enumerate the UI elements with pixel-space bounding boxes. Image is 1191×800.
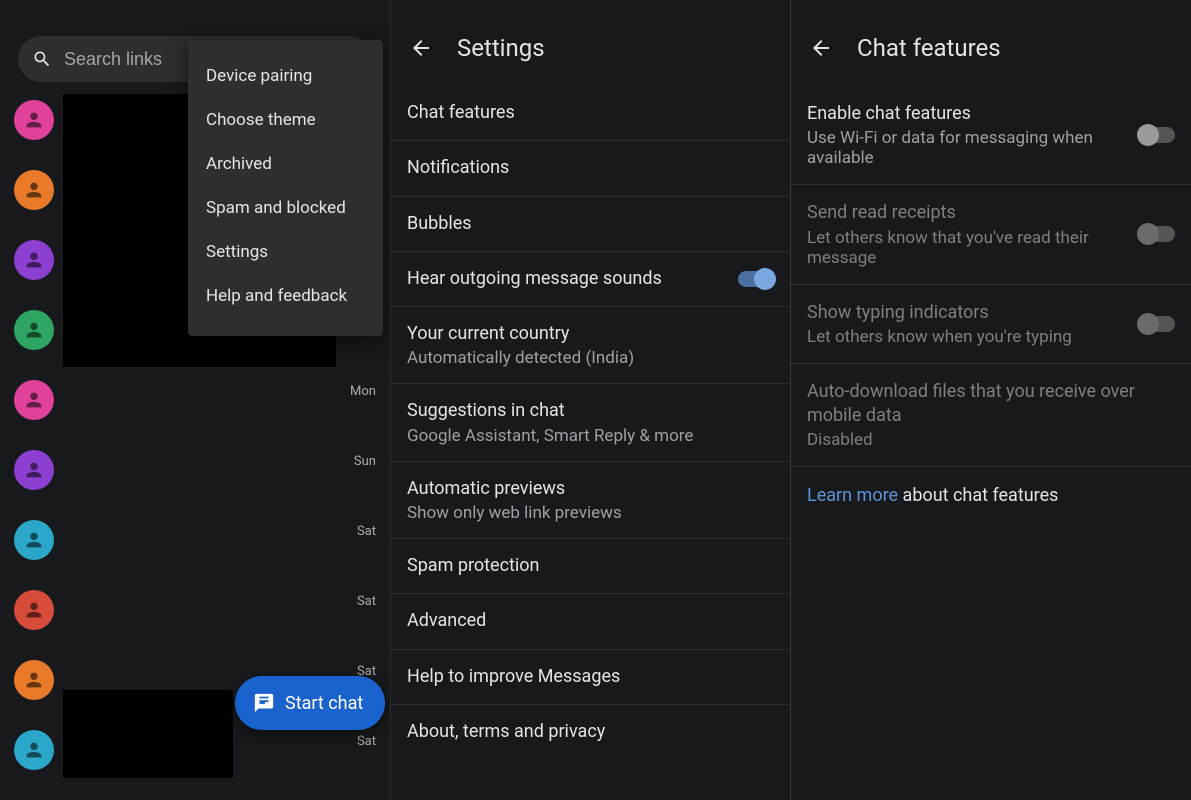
- chat-icon: [253, 692, 275, 714]
- avatar[interactable]: [14, 660, 54, 700]
- conversations-panel: MonSunSatSatSatSat Device pairingChoose …: [0, 0, 391, 800]
- page-title: Chat features: [857, 34, 1001, 62]
- chat-features-panel: Chat features Enable chat featuresUse Wi…: [791, 0, 1191, 800]
- learn-more-link[interactable]: Learn more: [807, 485, 898, 506]
- fab-label: Start chat: [285, 693, 363, 714]
- toggle[interactable]: [1139, 127, 1175, 143]
- row-title: Suggestions in chat: [407, 399, 774, 423]
- avatar[interactable]: [14, 100, 54, 140]
- page-title: Settings: [457, 34, 545, 62]
- overflow-menu: Device pairingChoose themeArchivedSpam a…: [188, 40, 383, 336]
- settings-panel: Settings Chat features Notifications Bubbl…: [391, 0, 791, 800]
- timestamp: Mon: [350, 384, 376, 399]
- settings-row-spam-protection[interactable]: Spam protection: [391, 539, 790, 594]
- row-title: Spam protection: [407, 554, 774, 578]
- row-title: Send read receipts: [807, 201, 1139, 225]
- timestamp: Sun: [354, 454, 376, 469]
- settings-row-hear-outgoing-message-sounds[interactable]: Hear outgoing message sounds: [391, 252, 790, 307]
- avatar[interactable]: [14, 240, 54, 280]
- avatar[interactable]: [14, 380, 54, 420]
- row-subtitle: Let others know that you've read their m…: [807, 228, 1139, 268]
- conversation-avatars: [14, 100, 54, 770]
- settings-row-your-current-country[interactable]: Your current countryAutomatically detect…: [391, 307, 790, 384]
- row-title: Help to improve Messages: [407, 665, 774, 689]
- row-subtitle: Disabled: [807, 430, 1175, 450]
- row-subtitle: Let others know when you're typing: [807, 327, 1139, 347]
- timestamp: Sat: [357, 524, 376, 539]
- settings-row-about-terms-and-privacy[interactable]: About, terms and privacy: [391, 705, 790, 759]
- learn-more-row: Learn more about chat features: [791, 467, 1191, 524]
- chat-feature-row-show-typing-indicators: Show typing indicatorsLet others know wh…: [791, 285, 1191, 364]
- avatar[interactable]: [14, 310, 54, 350]
- row-subtitle: Google Assistant, Smart Reply & more: [407, 426, 774, 446]
- toggle: [1139, 316, 1175, 332]
- row-title: Notifications: [407, 156, 774, 180]
- toggle: [1139, 226, 1175, 242]
- row-subtitle: Use Wi-Fi or data for messaging when ava…: [807, 128, 1139, 168]
- settings-row-automatic-previews[interactable]: Automatic previewsShow only web link pre…: [391, 462, 790, 539]
- row-title: Hear outgoing message sounds: [407, 267, 738, 291]
- menu-item-help-and-feedback[interactable]: Help and feedback: [188, 274, 383, 318]
- chat-feature-row-enable-chat-features[interactable]: Enable chat featuresUse Wi-Fi or data fo…: [791, 86, 1191, 185]
- settings-header: Settings: [391, 0, 790, 86]
- settings-row-suggestions-in-chat[interactable]: Suggestions in chat Google Assistant, Sma…: [391, 384, 790, 461]
- menu-item-device-pairing[interactable]: Device pairing: [188, 54, 383, 98]
- avatar[interactable]: [14, 520, 54, 560]
- settings-row-help-to-improve-messages[interactable]: Help to improve Messages: [391, 650, 790, 705]
- row-subtitle: Automatically detected (India): [407, 348, 774, 368]
- avatar[interactable]: [14, 170, 54, 210]
- back-button[interactable]: [407, 34, 435, 62]
- row-title: Bubbles: [407, 212, 774, 236]
- menu-item-archived[interactable]: Archived: [188, 142, 383, 186]
- chat-features-header: Chat features: [791, 0, 1191, 86]
- timestamp: Sat: [357, 734, 376, 749]
- arrow-back-icon: [409, 36, 433, 60]
- avatar[interactable]: [14, 730, 54, 770]
- settings-row-chat-features[interactable]: Chat features: [391, 86, 790, 141]
- menu-item-spam-and-blocked[interactable]: Spam and blocked: [188, 186, 383, 230]
- menu-item-settings[interactable]: Settings: [188, 230, 383, 274]
- settings-row-notifications[interactable]: Notifications: [391, 141, 790, 196]
- row-title: Chat features: [407, 101, 774, 125]
- row-title: Show typing indicators: [807, 301, 1139, 325]
- avatar[interactable]: [14, 450, 54, 490]
- redacted-content: [63, 94, 193, 304]
- row-title: Automatic previews: [407, 477, 774, 501]
- start-chat-button[interactable]: Start chat: [235, 676, 385, 730]
- redacted-content: [63, 690, 233, 778]
- row-title: Auto-download files that you receive ove…: [807, 380, 1175, 429]
- chat-feature-row-send-read-receipts: Send read receipts Let others know that y…: [791, 185, 1191, 284]
- back-button[interactable]: [807, 34, 835, 62]
- timestamp: Sat: [357, 594, 376, 609]
- search-icon: [32, 49, 52, 69]
- row-title: Your current country: [407, 322, 774, 346]
- row-subtitle: Show only web link previews: [407, 503, 774, 523]
- arrow-back-icon: [809, 36, 833, 60]
- avatar[interactable]: [14, 590, 54, 630]
- toggle[interactable]: [738, 271, 774, 287]
- learn-more-text: about chat features: [898, 485, 1058, 506]
- settings-row-bubbles[interactable]: Bubbles: [391, 197, 790, 252]
- row-title: Enable chat features: [807, 102, 1139, 126]
- menu-item-choose-theme[interactable]: Choose theme: [188, 98, 383, 142]
- settings-row-advanced[interactable]: Advanced: [391, 594, 790, 649]
- row-title: Advanced: [407, 609, 774, 633]
- row-title: About, terms and privacy: [407, 720, 774, 744]
- chat-feature-row-auto-download-files-that-you-receive-over-mobile-data: Auto-download files that you receive ove…: [791, 364, 1191, 468]
